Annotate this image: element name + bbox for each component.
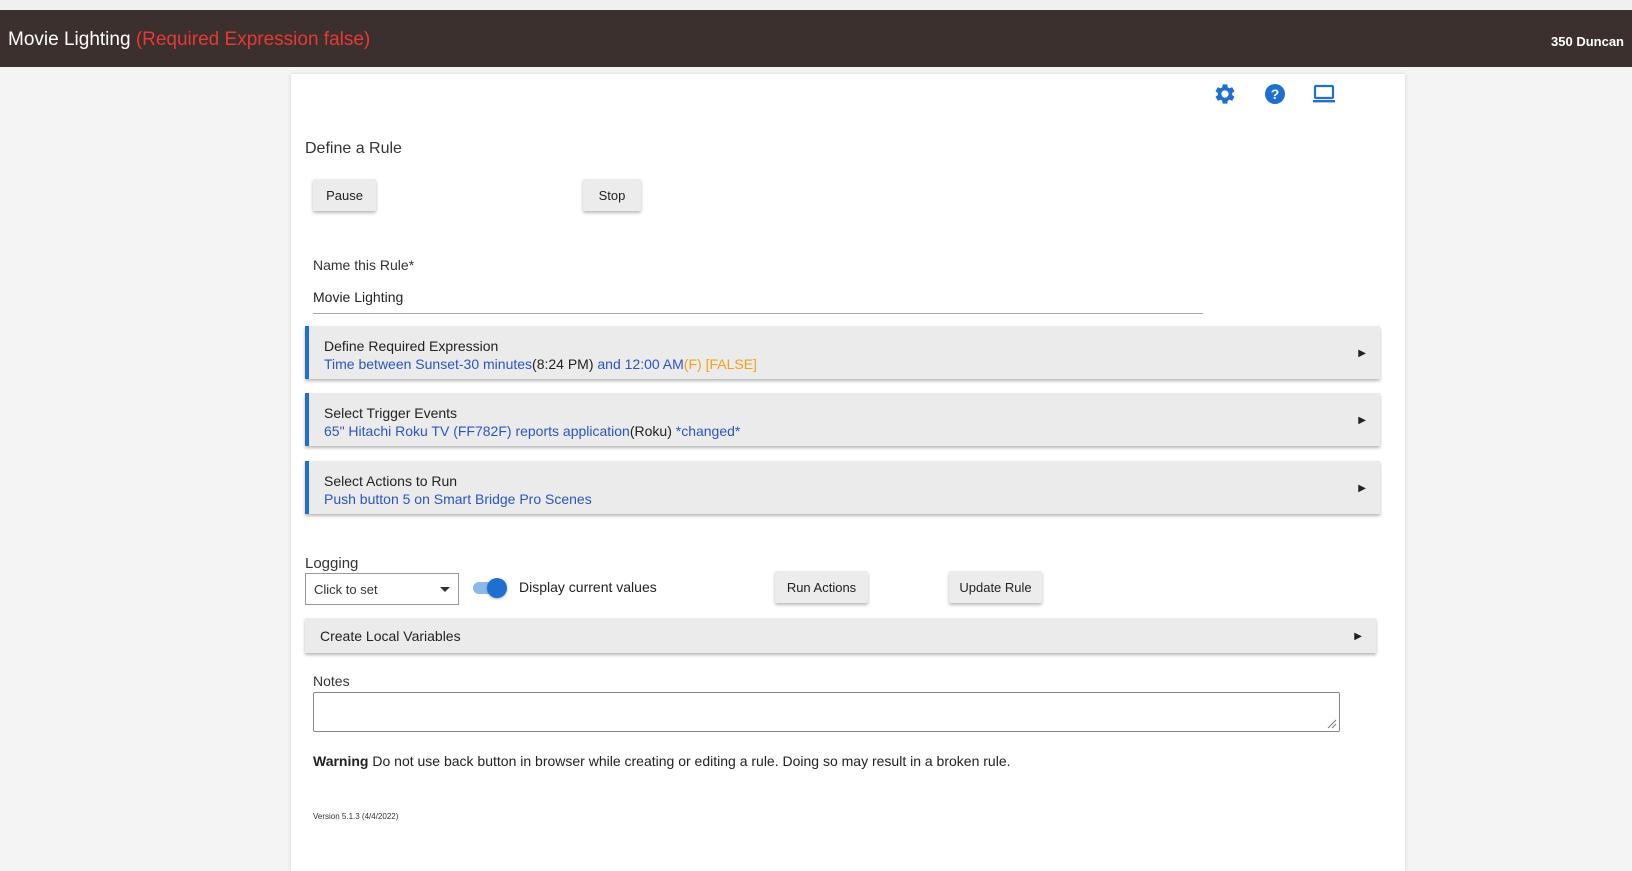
rule-name-label: Name this Rule* — [313, 257, 415, 273]
help-icon[interactable]: ? — [1263, 82, 1287, 106]
trigger-changed-text: *changed* — [671, 423, 741, 439]
notes-label: Notes — [313, 673, 350, 689]
expr-sunset-time: (8:24 PM) — [532, 356, 594, 372]
page-title: Define a Rule — [305, 140, 402, 157]
logging-selected-value: Click to set — [314, 582, 378, 597]
rule-panel: ? Define a Rule Pause Stop Name this Rul… — [291, 74, 1405, 871]
expr-false-flag: (F) [FALSE] — [683, 356, 757, 372]
required-expression-status: (Required Expression false) — [135, 29, 371, 50]
update-rule-button[interactable]: Update Rule — [949, 571, 1042, 603]
warning-text: Do not use back button in browser while … — [368, 753, 1011, 769]
hub-name[interactable]: 350 Duncan — [1551, 34, 1624, 49]
version-text: Version 5.1.3 (4/4/2022) — [313, 812, 399, 821]
gear-icon[interactable] — [1213, 82, 1237, 106]
actions-detail: Push button 5 on Smart Bridge Pro Scenes — [324, 491, 592, 507]
notes-textarea[interactable] — [313, 692, 1340, 732]
section-required-expression[interactable]: Define Required Expression Time between … — [305, 326, 1380, 379]
logging-select[interactable]: Click to set — [305, 573, 459, 605]
expr-time-text: Time between Sunset-30 minutes — [324, 356, 533, 372]
display-values-toggle[interactable] — [473, 578, 507, 598]
display-values-label: Display current values — [519, 579, 657, 595]
expr-end-time: and 12:00 AM — [593, 356, 684, 372]
logging-label: Logging — [305, 555, 359, 572]
required-expression-detail: Time between Sunset-30 minutes(8:24 PM) … — [324, 356, 757, 372]
trigger-events-detail: 65" Hitachi Roku TV (FF782F) reports app… — [324, 423, 740, 439]
section-actions[interactable]: Select Actions to Run Push button 5 on S… — [305, 461, 1380, 514]
browser-tab-strip — [0, 0, 1632, 10]
trigger-device-text: 65" Hitachi Roku TV (FF782F) reports app… — [324, 423, 630, 439]
rule-title: Movie Lighting (Required Expression fals… — [8, 29, 370, 51]
expand-arrow-icon: ▶ — [1358, 415, 1366, 426]
section-title: Select Trigger Events — [324, 405, 458, 421]
warning-label: Warning — [313, 753, 369, 769]
section-title: Define Required Expression — [324, 338, 499, 354]
svg-text:?: ? — [1271, 86, 1280, 102]
section-title: Create Local Variables — [320, 628, 461, 644]
toggle-knob — [487, 578, 507, 598]
pause-button[interactable]: Pause — [313, 179, 376, 211]
rule-name-input[interactable] — [313, 285, 1203, 314]
laptop-icon[interactable] — [1312, 82, 1336, 106]
expand-arrow-icon: ▶ — [1358, 348, 1366, 359]
section-title: Select Actions to Run — [324, 473, 458, 489]
section-trigger-events[interactable]: Select Trigger Events 65" Hitachi Roku T… — [305, 393, 1380, 446]
stop-button[interactable]: Stop — [583, 179, 641, 211]
run-actions-button[interactable]: Run Actions — [775, 571, 868, 603]
caret-down-icon — [440, 587, 450, 592]
trigger-current-value: (Roku) — [629, 423, 672, 439]
app-header: Movie Lighting (Required Expression fals… — [0, 10, 1632, 67]
back-button-warning: Warning Do not use back button in browse… — [313, 753, 1011, 769]
rule-title-name: Movie Lighting — [8, 29, 131, 50]
resize-grip-icon[interactable] — [1327, 719, 1337, 729]
section-local-variables[interactable]: Create Local Variables ▶ — [305, 618, 1376, 653]
expand-arrow-icon: ▶ — [1358, 483, 1366, 494]
expand-arrow-icon: ▶ — [1354, 631, 1362, 642]
